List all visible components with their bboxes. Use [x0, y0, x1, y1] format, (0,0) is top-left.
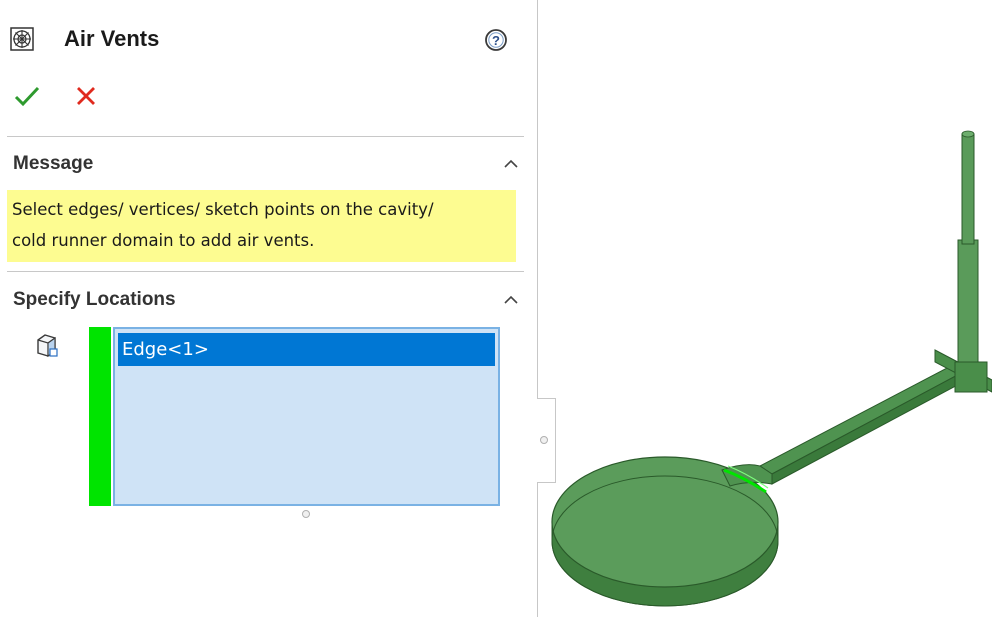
- list-item[interactable]: Edge<1>: [118, 333, 495, 366]
- cold-runner[interactable]: [721, 349, 992, 487]
- locations-section-header[interactable]: Specify Locations: [13, 287, 523, 313]
- air-vents-window: Air Vents ? Message Select edges/ vertic…: [0, 0, 992, 617]
- ok-button[interactable]: [14, 84, 40, 108]
- selection-status-bar: [89, 327, 111, 506]
- message-line: Select edges/ vertices/ sketch points on…: [12, 200, 434, 219]
- section-divider: [7, 136, 524, 137]
- message-section-title: Message: [13, 153, 94, 174]
- edge-selection-icon: [37, 334, 58, 358]
- model-view[interactable]: [539, 0, 992, 617]
- graphics-area[interactable]: [539, 0, 992, 617]
- selection-list[interactable]: Edge<1>: [113, 327, 500, 506]
- message-section-header[interactable]: Message: [13, 151, 523, 177]
- section-divider: [7, 271, 524, 272]
- chevron-up-icon[interactable]: [503, 158, 519, 170]
- help-icon[interactable]: ?: [484, 28, 508, 52]
- air-vent-feature-icon: [10, 27, 34, 51]
- svg-text:?: ?: [492, 33, 500, 48]
- chevron-up-icon[interactable]: [503, 294, 519, 306]
- locations-section-title: Specify Locations: [13, 289, 176, 310]
- panel-splitter[interactable]: [537, 0, 538, 617]
- property-manager-panel: Air Vents ? Message Select edges/ vertic…: [0, 0, 530, 617]
- cancel-button[interactable]: [74, 84, 98, 108]
- message-box: Select edges/ vertices/ sketch points on…: [7, 190, 516, 262]
- panel-title: Air Vents: [64, 26, 160, 51]
- sprue[interactable]: [954, 130, 988, 393]
- panel-header: Air Vents: [10, 22, 159, 56]
- list-resize-handle[interactable]: [302, 510, 310, 518]
- message-line: cold runner domain to add air vents.: [12, 231, 315, 250]
